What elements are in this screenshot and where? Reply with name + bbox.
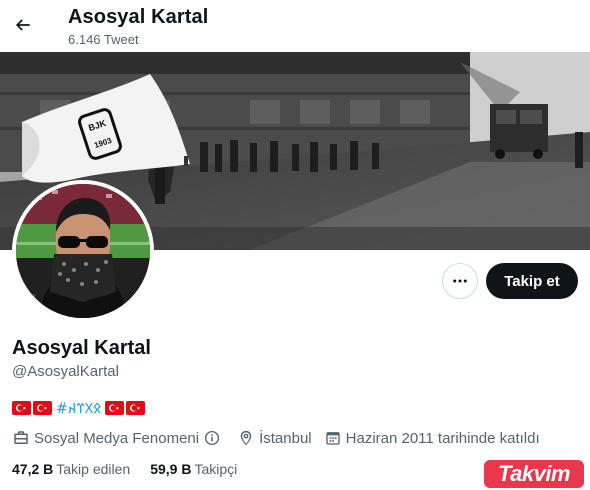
header-title: Asosyal Kartal [68, 6, 209, 28]
meta-joined-text: Haziran 2011 tarihinde katıldı [345, 429, 540, 447]
profile-stats: 47,2 B Takip edilen 59,9 B Takipçi [12, 461, 257, 477]
bio-hashtag-link[interactable]: #𐰋𐰓𐰼𐰴 [56, 399, 101, 418]
turkey-flag-icon [126, 401, 146, 415]
calendar-icon [325, 432, 340, 445]
location-pin-icon [240, 430, 252, 446]
following-count: 47,2 B [12, 461, 54, 477]
briefcase-icon [14, 431, 28, 444]
avatar[interactable] [12, 180, 154, 322]
following-link[interactable]: 47,2 B Takip edilen [12, 461, 130, 477]
post-count: 6.146 Tweet [68, 32, 139, 47]
meta-location: İstanbul [237, 429, 312, 447]
follow-button[interactable]: Takip et [486, 263, 578, 299]
turkey-flag-icon [12, 401, 31, 415]
watermark-logo: Takvim [484, 460, 584, 488]
profile-handle: @AsosyalKartal [12, 363, 119, 380]
meta-joined: Haziran 2011 tarihinde katıldı [324, 429, 540, 447]
meta-location-text: İstanbul [259, 429, 312, 447]
profile-meta: Sosyal Medya Fenomeni İstanbul Haziran 2… [12, 429, 552, 447]
top-bar: Asosyal Kartal 6.146 Tweet [0, 0, 590, 52]
following-label: Takip edilen [56, 461, 131, 477]
followers-count: 59,9 B [150, 461, 192, 477]
meta-category-text: Sosyal Medya Fenomeni [34, 429, 200, 447]
info-icon[interactable] [203, 429, 221, 447]
more-options-button[interactable] [442, 263, 478, 299]
followers-label: Takipçi [194, 461, 238, 477]
arrow-left-icon [15, 19, 30, 31]
turkey-flag-icon [33, 401, 52, 415]
profile-bio: #𐰋𐰓𐰼𐰴 [12, 399, 146, 418]
more-horizontal-icon [453, 279, 467, 283]
meta-category: Sosyal Medya Fenomeni [12, 429, 225, 447]
turkey-flag-icon [105, 401, 125, 415]
back-button[interactable] [6, 8, 40, 42]
profile-display-name: Asosyal Kartal [12, 337, 151, 359]
followers-link[interactable]: 59,9 B Takipçi [150, 461, 237, 477]
